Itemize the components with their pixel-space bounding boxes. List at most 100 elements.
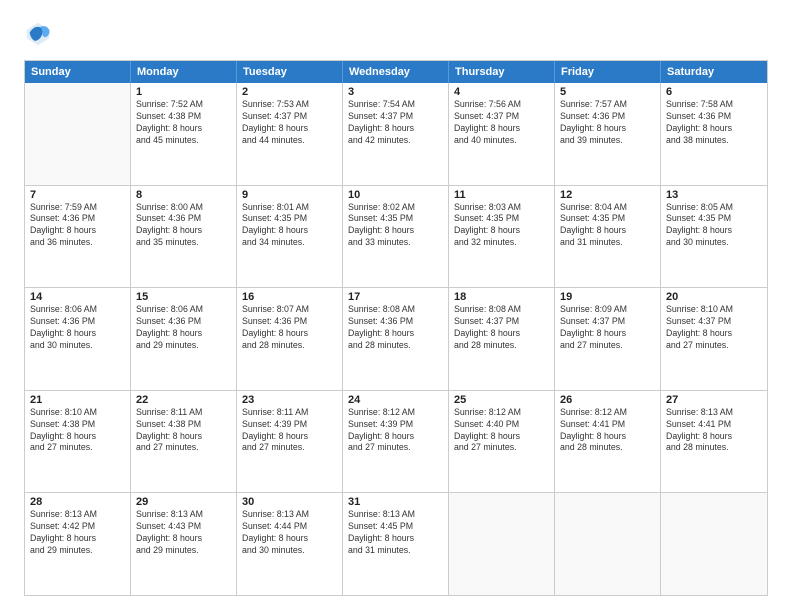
cell-info: Sunrise: 7:56 AM Sunset: 4:37 PM Dayligh…	[454, 99, 549, 147]
cell-info: Sunrise: 8:12 AM Sunset: 4:39 PM Dayligh…	[348, 407, 443, 455]
day-number: 20	[666, 291, 762, 303]
calendar-cell: 5Sunrise: 7:57 AM Sunset: 4:36 PM Daylig…	[555, 83, 661, 185]
cell-info: Sunrise: 8:13 AM Sunset: 4:42 PM Dayligh…	[30, 509, 125, 557]
day-number: 30	[242, 496, 337, 508]
cell-info: Sunrise: 7:57 AM Sunset: 4:36 PM Dayligh…	[560, 99, 655, 147]
day-number: 9	[242, 189, 337, 201]
cell-info: Sunrise: 8:08 AM Sunset: 4:36 PM Dayligh…	[348, 304, 443, 352]
cell-info: Sunrise: 7:52 AM Sunset: 4:38 PM Dayligh…	[136, 99, 231, 147]
cell-info: Sunrise: 8:13 AM Sunset: 4:44 PM Dayligh…	[242, 509, 337, 557]
day-number: 7	[30, 189, 125, 201]
day-number: 19	[560, 291, 655, 303]
calendar-cell: 26Sunrise: 8:12 AM Sunset: 4:41 PM Dayli…	[555, 391, 661, 493]
calendar-cell: 24Sunrise: 8:12 AM Sunset: 4:39 PM Dayli…	[343, 391, 449, 493]
day-number: 10	[348, 189, 443, 201]
calendar-row: 14Sunrise: 8:06 AM Sunset: 4:36 PM Dayli…	[25, 287, 767, 390]
calendar-cell: 8Sunrise: 8:00 AM Sunset: 4:36 PM Daylig…	[131, 186, 237, 288]
calendar-cell: 29Sunrise: 8:13 AM Sunset: 4:43 PM Dayli…	[131, 493, 237, 595]
cell-info: Sunrise: 7:53 AM Sunset: 4:37 PM Dayligh…	[242, 99, 337, 147]
calendar: SundayMondayTuesdayWednesdayThursdayFrid…	[24, 60, 768, 596]
day-number: 6	[666, 86, 762, 98]
day-number: 28	[30, 496, 125, 508]
day-number: 27	[666, 394, 762, 406]
cell-info: Sunrise: 7:58 AM Sunset: 4:36 PM Dayligh…	[666, 99, 762, 147]
weekday-header: Thursday	[449, 61, 555, 83]
calendar-cell: 13Sunrise: 8:05 AM Sunset: 4:35 PM Dayli…	[661, 186, 767, 288]
calendar-cell: 21Sunrise: 8:10 AM Sunset: 4:38 PM Dayli…	[25, 391, 131, 493]
weekday-header: Tuesday	[237, 61, 343, 83]
calendar-cell: 20Sunrise: 8:10 AM Sunset: 4:37 PM Dayli…	[661, 288, 767, 390]
day-number: 14	[30, 291, 125, 303]
day-number: 18	[454, 291, 549, 303]
calendar-cell: 7Sunrise: 7:59 AM Sunset: 4:36 PM Daylig…	[25, 186, 131, 288]
calendar-cell: 27Sunrise: 8:13 AM Sunset: 4:41 PM Dayli…	[661, 391, 767, 493]
cell-info: Sunrise: 8:07 AM Sunset: 4:36 PM Dayligh…	[242, 304, 337, 352]
day-number: 16	[242, 291, 337, 303]
cell-info: Sunrise: 7:59 AM Sunset: 4:36 PM Dayligh…	[30, 202, 125, 250]
calendar-cell: 9Sunrise: 8:01 AM Sunset: 4:35 PM Daylig…	[237, 186, 343, 288]
calendar-cell: 2Sunrise: 7:53 AM Sunset: 4:37 PM Daylig…	[237, 83, 343, 185]
calendar-cell: 14Sunrise: 8:06 AM Sunset: 4:36 PM Dayli…	[25, 288, 131, 390]
cell-info: Sunrise: 8:08 AM Sunset: 4:37 PM Dayligh…	[454, 304, 549, 352]
calendar-cell: 11Sunrise: 8:03 AM Sunset: 4:35 PM Dayli…	[449, 186, 555, 288]
cell-info: Sunrise: 8:00 AM Sunset: 4:36 PM Dayligh…	[136, 202, 231, 250]
calendar-cell: 28Sunrise: 8:13 AM Sunset: 4:42 PM Dayli…	[25, 493, 131, 595]
cell-info: Sunrise: 8:06 AM Sunset: 4:36 PM Dayligh…	[30, 304, 125, 352]
cell-info: Sunrise: 8:01 AM Sunset: 4:35 PM Dayligh…	[242, 202, 337, 250]
cell-info: Sunrise: 8:10 AM Sunset: 4:38 PM Dayligh…	[30, 407, 125, 455]
day-number: 24	[348, 394, 443, 406]
day-number: 21	[30, 394, 125, 406]
calendar-header: SundayMondayTuesdayWednesdayThursdayFrid…	[25, 61, 767, 83]
cell-info: Sunrise: 8:05 AM Sunset: 4:35 PM Dayligh…	[666, 202, 762, 250]
day-number: 13	[666, 189, 762, 201]
calendar-row: 7Sunrise: 7:59 AM Sunset: 4:36 PM Daylig…	[25, 185, 767, 288]
calendar-cell: 4Sunrise: 7:56 AM Sunset: 4:37 PM Daylig…	[449, 83, 555, 185]
header	[24, 20, 768, 48]
cell-info: Sunrise: 8:13 AM Sunset: 4:45 PM Dayligh…	[348, 509, 443, 557]
day-number: 31	[348, 496, 443, 508]
cell-info: Sunrise: 8:09 AM Sunset: 4:37 PM Dayligh…	[560, 304, 655, 352]
calendar-cell	[661, 493, 767, 595]
calendar-cell: 22Sunrise: 8:11 AM Sunset: 4:38 PM Dayli…	[131, 391, 237, 493]
day-number: 2	[242, 86, 337, 98]
weekday-header: Monday	[131, 61, 237, 83]
calendar-cell: 3Sunrise: 7:54 AM Sunset: 4:37 PM Daylig…	[343, 83, 449, 185]
cell-info: Sunrise: 8:02 AM Sunset: 4:35 PM Dayligh…	[348, 202, 443, 250]
calendar-cell	[555, 493, 661, 595]
weekday-header: Friday	[555, 61, 661, 83]
weekday-header: Saturday	[661, 61, 767, 83]
logo	[24, 20, 56, 48]
calendar-cell: 10Sunrise: 8:02 AM Sunset: 4:35 PM Dayli…	[343, 186, 449, 288]
page: SundayMondayTuesdayWednesdayThursdayFrid…	[0, 0, 792, 612]
day-number: 15	[136, 291, 231, 303]
cell-info: Sunrise: 8:13 AM Sunset: 4:41 PM Dayligh…	[666, 407, 762, 455]
calendar-cell: 23Sunrise: 8:11 AM Sunset: 4:39 PM Dayli…	[237, 391, 343, 493]
cell-info: Sunrise: 8:13 AM Sunset: 4:43 PM Dayligh…	[136, 509, 231, 557]
cell-info: Sunrise: 8:12 AM Sunset: 4:41 PM Dayligh…	[560, 407, 655, 455]
day-number: 22	[136, 394, 231, 406]
calendar-cell: 1Sunrise: 7:52 AM Sunset: 4:38 PM Daylig…	[131, 83, 237, 185]
day-number: 5	[560, 86, 655, 98]
day-number: 12	[560, 189, 655, 201]
calendar-cell: 18Sunrise: 8:08 AM Sunset: 4:37 PM Dayli…	[449, 288, 555, 390]
day-number: 29	[136, 496, 231, 508]
calendar-cell: 12Sunrise: 8:04 AM Sunset: 4:35 PM Dayli…	[555, 186, 661, 288]
calendar-body: 1Sunrise: 7:52 AM Sunset: 4:38 PM Daylig…	[25, 83, 767, 595]
day-number: 17	[348, 291, 443, 303]
cell-info: Sunrise: 7:54 AM Sunset: 4:37 PM Dayligh…	[348, 99, 443, 147]
day-number: 11	[454, 189, 549, 201]
day-number: 26	[560, 394, 655, 406]
calendar-cell: 17Sunrise: 8:08 AM Sunset: 4:36 PM Dayli…	[343, 288, 449, 390]
cell-info: Sunrise: 8:10 AM Sunset: 4:37 PM Dayligh…	[666, 304, 762, 352]
calendar-cell: 25Sunrise: 8:12 AM Sunset: 4:40 PM Dayli…	[449, 391, 555, 493]
cell-info: Sunrise: 8:06 AM Sunset: 4:36 PM Dayligh…	[136, 304, 231, 352]
day-number: 25	[454, 394, 549, 406]
calendar-cell: 30Sunrise: 8:13 AM Sunset: 4:44 PM Dayli…	[237, 493, 343, 595]
calendar-cell: 31Sunrise: 8:13 AM Sunset: 4:45 PM Dayli…	[343, 493, 449, 595]
calendar-row: 21Sunrise: 8:10 AM Sunset: 4:38 PM Dayli…	[25, 390, 767, 493]
cell-info: Sunrise: 8:04 AM Sunset: 4:35 PM Dayligh…	[560, 202, 655, 250]
cell-info: Sunrise: 8:03 AM Sunset: 4:35 PM Dayligh…	[454, 202, 549, 250]
calendar-cell	[25, 83, 131, 185]
weekday-header: Sunday	[25, 61, 131, 83]
day-number: 23	[242, 394, 337, 406]
